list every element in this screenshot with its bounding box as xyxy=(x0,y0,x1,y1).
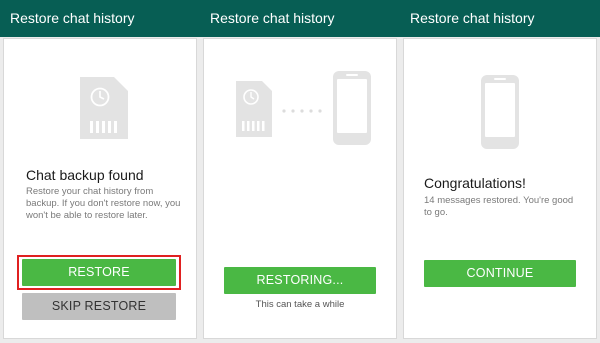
panel-title: Congratulations! xyxy=(424,175,526,191)
continue-button[interactable]: CONTINUE xyxy=(424,260,576,287)
panel-title: Chat backup found xyxy=(26,167,144,183)
panel-header-title: Restore chat history xyxy=(0,0,200,37)
restore-button[interactable]: RESTORE xyxy=(22,259,176,286)
panel-header-title: Restore chat history xyxy=(400,0,600,37)
panel-description: 14 messages restored. You're good to go. xyxy=(424,195,574,218)
panel-description: Restore your chat history from backup. I… xyxy=(26,186,181,221)
sd-card-clock-icon xyxy=(80,77,128,139)
sd-card-to-phone-icon xyxy=(236,71,371,145)
panel-header-title: Restore chat history xyxy=(200,0,400,37)
phone-icon xyxy=(481,75,519,149)
restoring-button: RESTORING... xyxy=(224,267,376,294)
wait-note: This can take a while xyxy=(255,299,345,310)
restore-panel-found: Restore chat history Chat backup found R… xyxy=(0,0,200,343)
panel-card: Congratulations! 14 messages restored. Y… xyxy=(403,38,597,339)
panel-card: RESTORING... This can take a while xyxy=(203,38,397,339)
panel-card: Chat backup found Restore your chat hist… xyxy=(3,38,197,339)
restore-panel-progress: Restore chat history RESTORING... This c… xyxy=(200,0,400,343)
skip-restore-button[interactable]: SKIP RESTORE xyxy=(22,293,176,320)
restore-panel-complete: Restore chat history Congratulations! 14… xyxy=(400,0,600,343)
